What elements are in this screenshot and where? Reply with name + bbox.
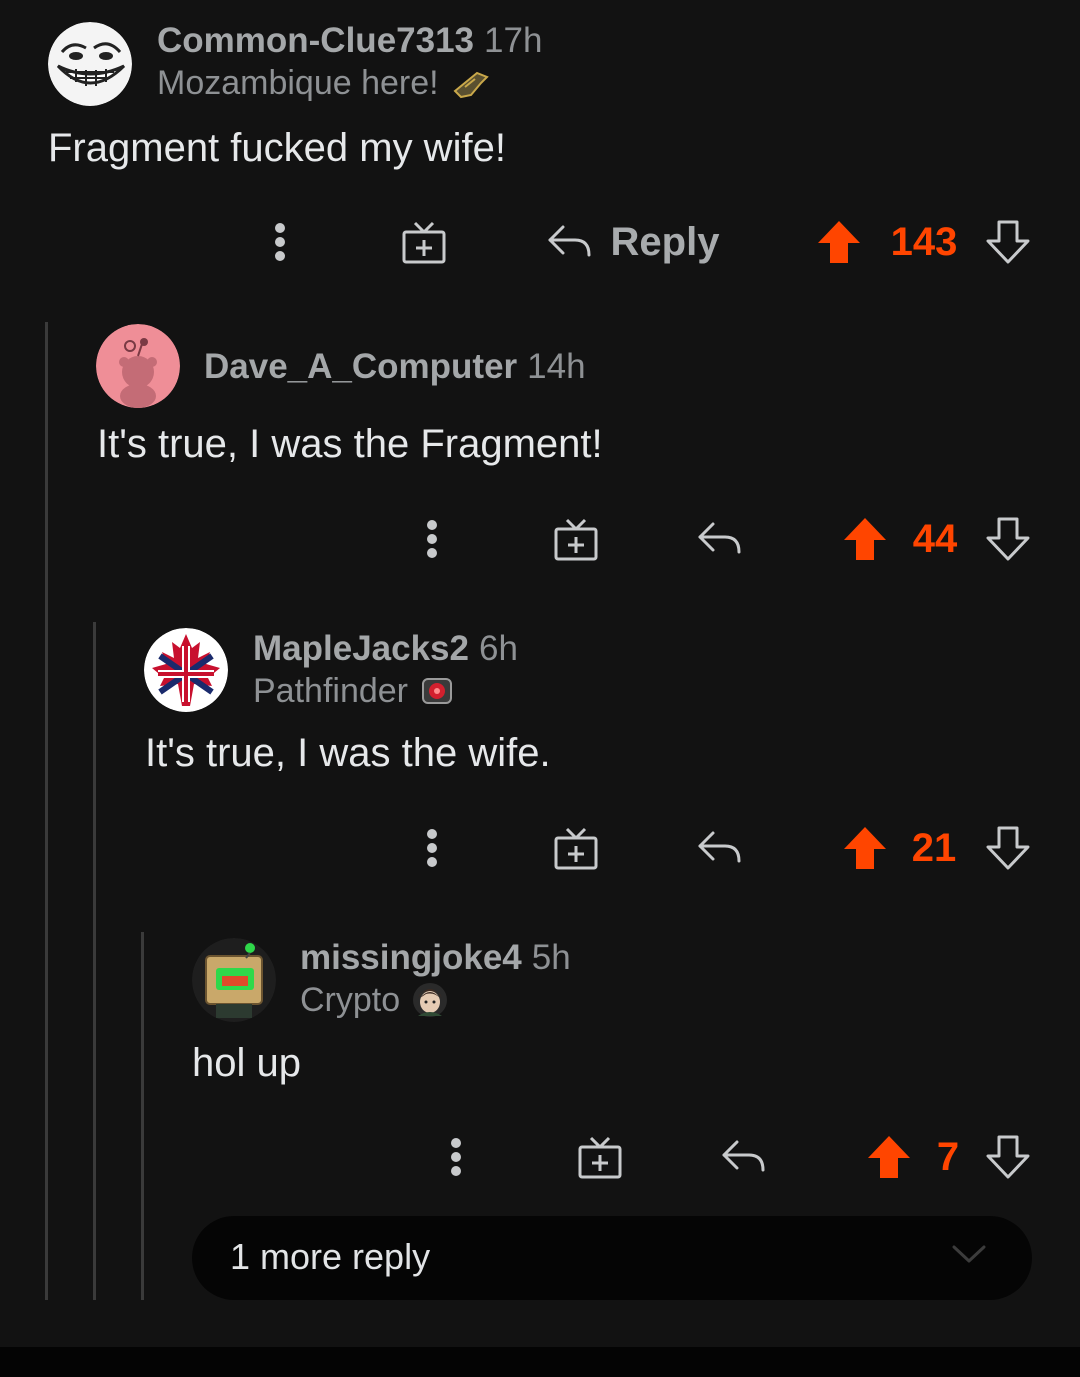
comment-body: Fragment fucked my wife!: [48, 126, 506, 170]
union-jack-maple-leaf-avatar[interactable]: [144, 628, 228, 712]
comment-body: hol up: [192, 1041, 301, 1085]
username[interactable]: Common-Clue7313: [157, 21, 474, 60]
more-replies-button[interactable]: 1 more reply: [192, 1216, 1032, 1300]
upvote-arrow-icon: [844, 827, 886, 869]
more-options-button[interactable]: [408, 818, 456, 878]
more-options-button[interactable]: [256, 212, 304, 272]
reply-label: Reply: [610, 219, 720, 264]
chevron-down-icon: [952, 1244, 986, 1269]
username[interactable]: MapleJacks2: [253, 629, 469, 668]
user-flair: Crypto: [300, 979, 571, 1021]
gift-icon: [578, 1136, 622, 1179]
flair-text: Crypto: [300, 981, 401, 1019]
downvote-arrow-icon: [986, 220, 1030, 264]
thread-line-level-2[interactable]: [93, 622, 96, 1300]
more-vertical-icon: [275, 223, 285, 261]
mozambique-gun-icon: [451, 67, 491, 99]
downvote-arrow-icon: [986, 517, 1030, 561]
upvote-button[interactable]: [864, 1127, 914, 1187]
comment-actions: Reply 143: [0, 212, 1080, 272]
award-button[interactable]: [550, 818, 602, 878]
username[interactable]: Dave_A_Computer: [204, 347, 517, 386]
gift-icon: [402, 221, 446, 264]
gift-icon: [554, 827, 598, 870]
more-vertical-icon: [451, 1138, 461, 1176]
user-flair: Pathfinder: [253, 670, 518, 712]
more-vertical-icon: [427, 520, 437, 558]
reply-arrow-icon: [722, 1140, 765, 1172]
upvote-button[interactable]: [814, 212, 864, 272]
bottom-edge: [0, 1347, 1080, 1377]
vote-score: 7: [936, 1134, 960, 1179]
reply-button[interactable]: Reply: [542, 212, 724, 272]
timestamp: 14h: [527, 347, 586, 386]
award-button[interactable]: [398, 212, 450, 272]
vote-score: 44: [912, 516, 958, 561]
upvote-button[interactable]: [840, 509, 890, 569]
default-snoo-avatar[interactable]: [96, 324, 180, 408]
downvote-arrow-icon: [986, 826, 1030, 870]
troll-face-avatar[interactable]: [48, 22, 132, 106]
reply-button[interactable]: [694, 818, 746, 878]
downvote-arrow-icon: [986, 1135, 1030, 1179]
reply-arrow-icon: [698, 831, 741, 863]
reply-button[interactable]: [718, 1127, 770, 1187]
reply-button[interactable]: [694, 509, 746, 569]
comment-actions: 44: [0, 509, 1080, 569]
username[interactable]: missingjoke4: [300, 938, 522, 977]
reply-arrow-icon: [548, 225, 591, 257]
timestamp: 17h: [484, 21, 543, 60]
vote-score: 21: [911, 825, 957, 870]
crypto-icon: [412, 982, 448, 1018]
upvote-arrow-icon: [844, 518, 886, 560]
flair-text: Mozambique here!: [157, 64, 439, 102]
upvote-arrow-icon: [818, 221, 860, 263]
timestamp: 6h: [478, 629, 518, 668]
upvote-arrow-icon: [868, 1136, 910, 1178]
robot-box-avatar[interactable]: [192, 938, 276, 1022]
reply-arrow-icon: [698, 522, 741, 554]
downvote-button[interactable]: [982, 1127, 1034, 1187]
award-button[interactable]: [550, 509, 602, 569]
more-options-button[interactable]: [408, 509, 456, 569]
vote-score: 143: [890, 219, 958, 264]
more-options-button[interactable]: [432, 1127, 480, 1187]
comment-actions: 7: [0, 1127, 1080, 1187]
award-button[interactable]: [574, 1127, 626, 1187]
gift-icon: [554, 518, 598, 561]
pathfinder-icon: [420, 674, 454, 708]
comment-body: It's true, I was the wife.: [145, 731, 551, 775]
comment-actions: 21: [0, 818, 1080, 878]
upvote-button[interactable]: [840, 818, 890, 878]
user-flair: Mozambique here!: [157, 62, 542, 104]
more-replies-label: 1 more reply: [230, 1236, 431, 1277]
thread-line-level-3[interactable]: [141, 932, 144, 1300]
downvote-button[interactable]: [982, 212, 1034, 272]
timestamp: 5h: [531, 938, 571, 977]
comment-body: It's true, I was the Fragment!: [97, 422, 603, 466]
downvote-button[interactable]: [982, 509, 1034, 569]
flair-text: Pathfinder: [253, 672, 408, 710]
more-vertical-icon: [427, 829, 437, 867]
downvote-button[interactable]: [982, 818, 1034, 878]
